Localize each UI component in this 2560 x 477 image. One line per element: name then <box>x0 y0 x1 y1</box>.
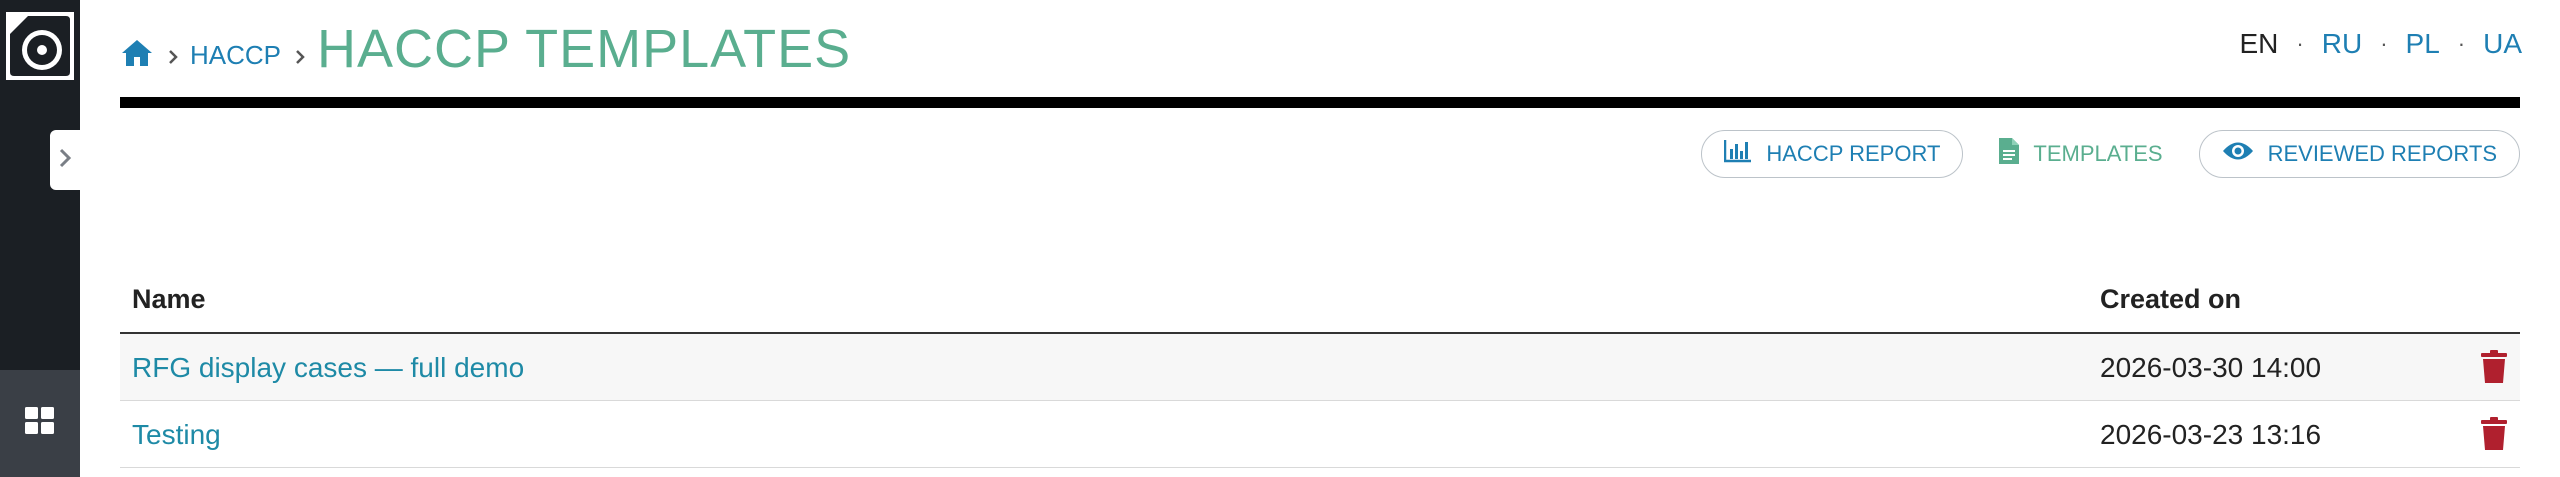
file-icon <box>1999 138 2020 170</box>
template-name-link[interactable]: Testing <box>132 419 221 451</box>
templates-table: Name Created on RFG display cases — full… <box>120 266 2520 468</box>
lang-separator: · <box>2296 31 2304 56</box>
templates-label: TEMPLATES <box>2033 141 2163 166</box>
trash-icon[interactable] <box>2480 350 2508 384</box>
page-title: HACCP TEMPLATES <box>317 19 852 79</box>
table-row: RFG display cases — full demo 2026-03-30… <box>120 334 2520 401</box>
chevron-separator-icon <box>295 49 305 65</box>
home-icon[interactable] <box>120 38 154 73</box>
haccp-report-label: HACCP REPORT <box>1766 141 1941 166</box>
lang-separator: · <box>2380 31 2388 56</box>
chevron-right-icon <box>57 146 73 175</box>
eye-icon <box>2222 140 2254 168</box>
lang-pl[interactable]: PL <box>2406 28 2440 60</box>
apps-menu-button[interactable] <box>0 370 80 477</box>
haccp-report-button[interactable]: HACCP REPORT <box>1701 130 1964 178</box>
lang-en[interactable]: EN <box>2240 28 2279 60</box>
header-divider <box>120 97 2520 108</box>
page-header: HACCP HACCP TEMPLATES EN · RU · PL · UA <box>120 0 2523 100</box>
trash-icon[interactable] <box>2480 417 2508 451</box>
column-header-created-on[interactable]: Created on <box>2100 284 2241 315</box>
sidebar <box>0 0 80 477</box>
bar-chart-icon <box>1724 139 1752 169</box>
lang-separator: · <box>2457 31 2466 56</box>
created-on-value: 2026-03-30 14:00 <box>2100 352 2322 383</box>
reviewed-reports-label: REVIEWED REPORTS <box>2267 141 2497 166</box>
lang-ua[interactable]: UA <box>2483 28 2522 60</box>
sidebar-toggle[interactable] <box>50 130 80 190</box>
created-on-value: 2026-03-23 13:16 <box>2100 419 2322 450</box>
template-name-link[interactable]: RFG display cases — full demo <box>132 352 524 384</box>
table-row: Testing 2026-03-23 13:16 <box>120 401 2520 468</box>
reviewed-reports-button[interactable]: REVIEWED REPORTS <box>2198 130 2520 178</box>
table-header: Name Created on <box>120 266 2520 334</box>
chevron-separator-icon <box>168 49 178 65</box>
breadcrumb-haccp[interactable]: HACCP <box>190 40 281 71</box>
column-header-name[interactable]: Name <box>132 284 206 315</box>
grid-icon <box>25 407 55 440</box>
lang-ru[interactable]: RU <box>2322 28 2362 60</box>
language-switcher: EN · RU · PL · UA <box>2240 28 2523 60</box>
templates-button[interactable]: TEMPLATES <box>1991 138 2170 170</box>
report-toolbar: HACCP REPORT TEMPLATES REVIEWED REPORTS <box>1701 130 2520 178</box>
breadcrumb: HACCP HACCP TEMPLATES <box>120 14 851 84</box>
app-logo[interactable] <box>6 12 74 80</box>
